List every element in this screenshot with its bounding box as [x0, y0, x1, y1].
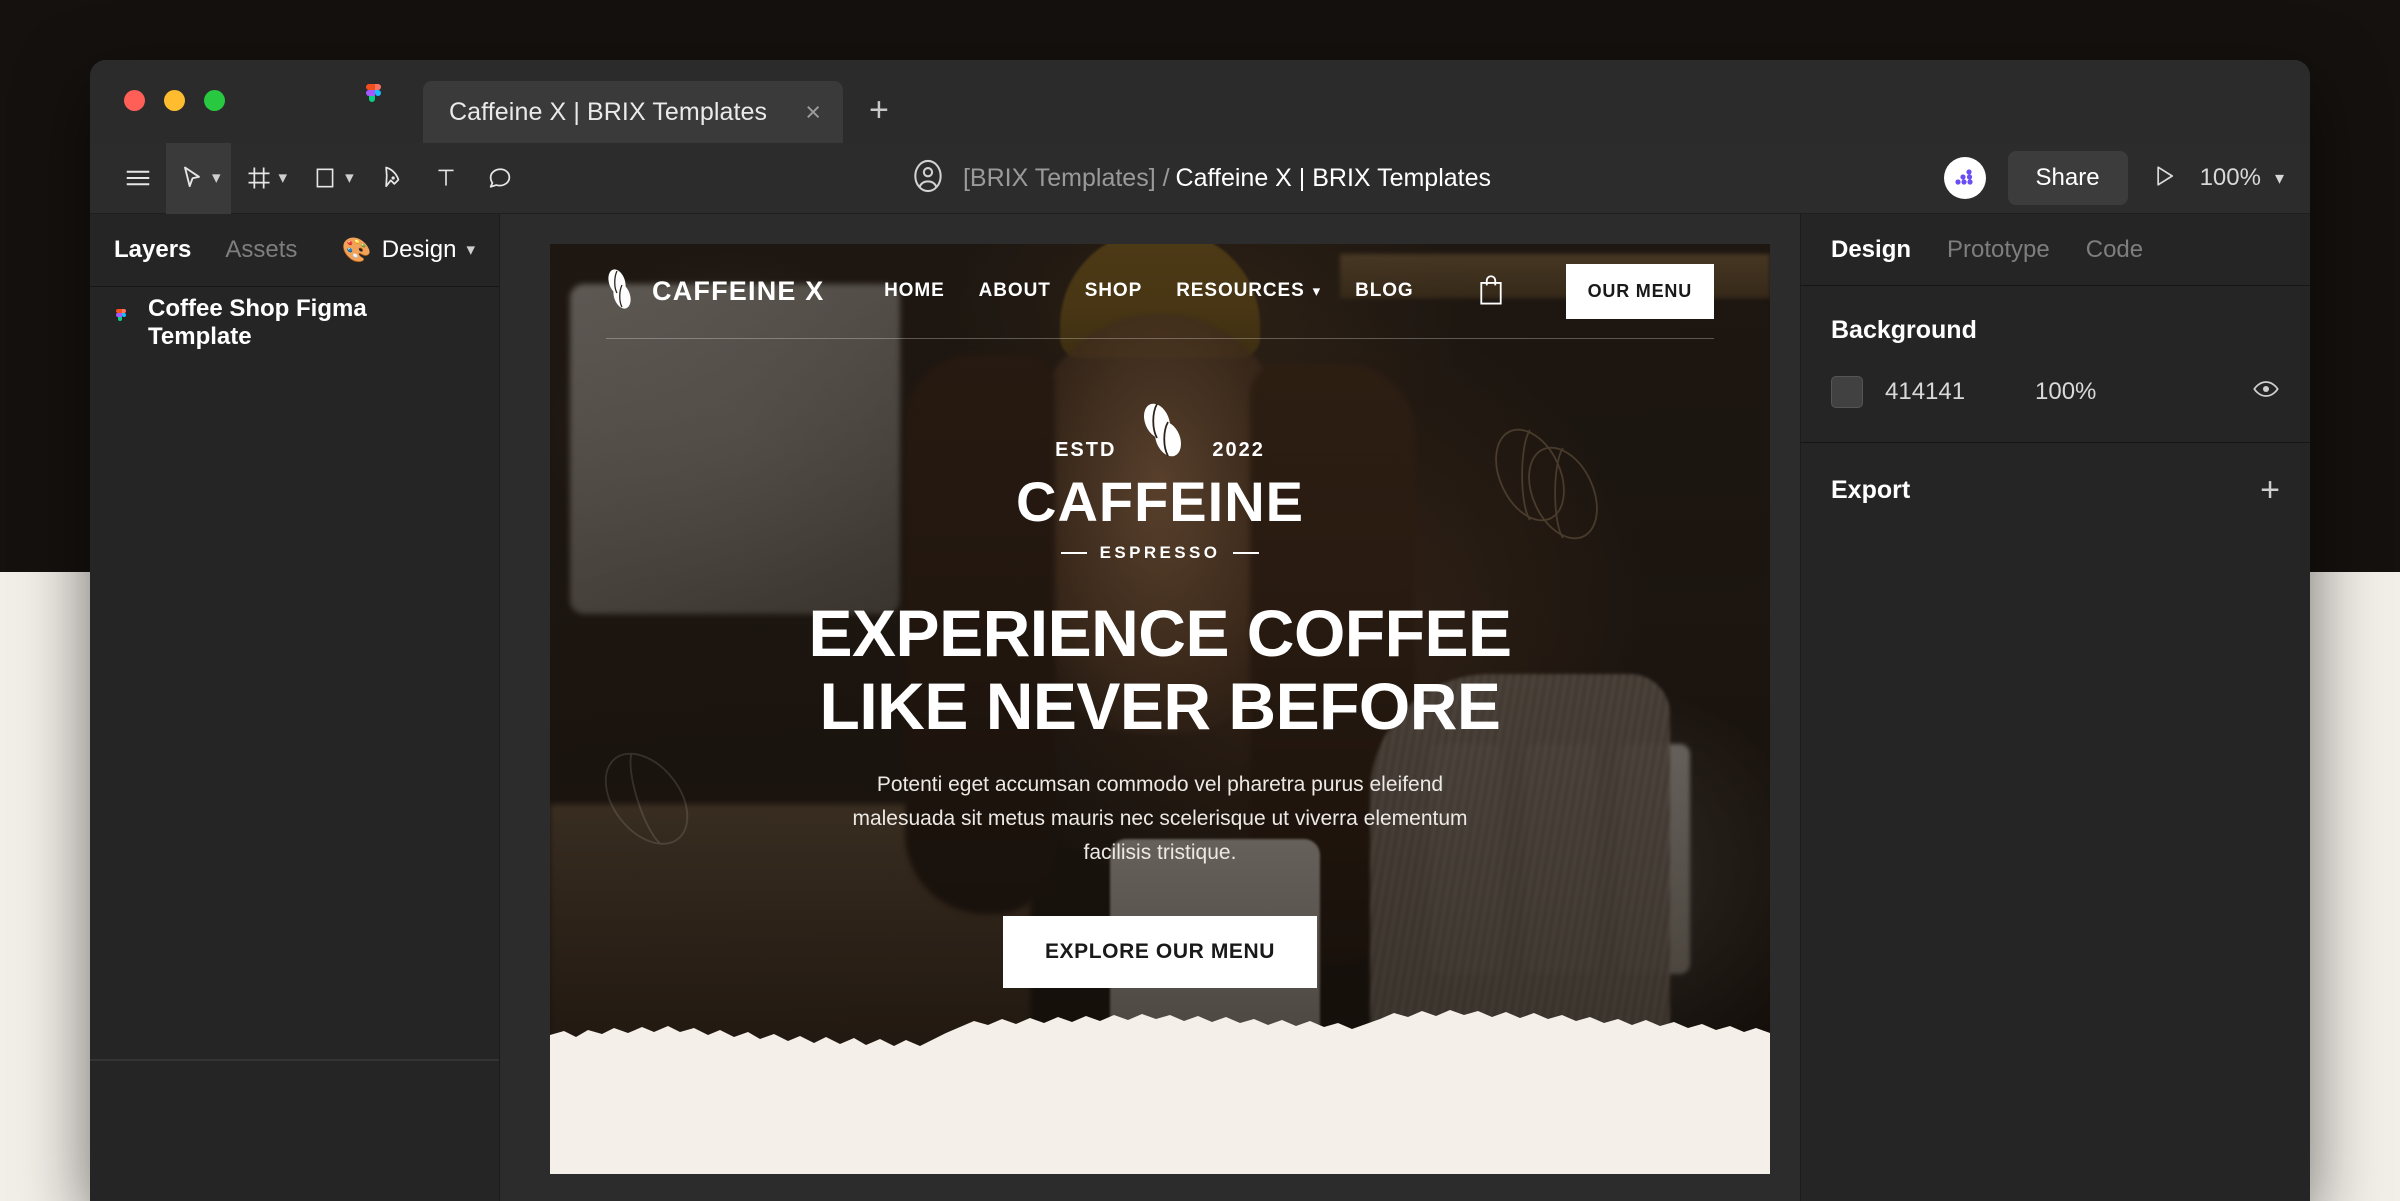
hero-headline: EXPERIENCE COFFEE LIKE NEVER BEFORE [809, 597, 1512, 742]
close-window-button[interactable] [124, 90, 145, 111]
zoom-chevron-down-icon[interactable]: ▾ [2275, 168, 2284, 189]
tab-layers[interactable]: Layers [114, 236, 191, 264]
editor-body: Layers Assets 🎨 Design ▾ Coffee Shop Fig… [90, 214, 2310, 1201]
hero-section: CAFFEINE X HOME ABOUT SHOP RESOURCES ▾ B… [550, 244, 1770, 1067]
left-panel-section-divider [90, 1059, 499, 1061]
list-item[interactable]: Coffee Shop Figma Template [90, 287, 499, 359]
website-frame[interactable]: CAFFEINE X HOME ABOUT SHOP RESOURCES ▾ B… [550, 244, 1770, 1174]
hero-brand-badge: ESTD 2022 CAFFEINE ESPRESSO [1016, 399, 1304, 563]
shape-tool-button[interactable]: ▾ [299, 143, 364, 214]
comment-tool-button[interactable] [474, 143, 526, 214]
site-content-section [550, 1067, 1770, 1174]
text-tool-button[interactable] [420, 143, 472, 214]
hero-badge-subtitle: ESPRESSO [1099, 543, 1221, 562]
main-toolbar: ▾ ▾ ▾ [BRIX Templates] / Caffeine X | BR… [90, 142, 2310, 214]
window-titlebar: Caffeine X | BRIX Templates × + [90, 60, 2310, 143]
rectangle-icon [301, 154, 349, 202]
share-button[interactable]: Share [2007, 151, 2128, 205]
eye-icon[interactable] [2252, 375, 2280, 408]
tab-prototype[interactable]: Prototype [1947, 236, 2050, 264]
pen-tool-button[interactable] [366, 143, 418, 214]
background-section: Background 414141 100% [1801, 286, 2310, 443]
palette-icon: 🎨 [341, 236, 372, 264]
user-circle-icon[interactable] [909, 157, 947, 200]
move-tool-button[interactable]: ▾ [166, 142, 231, 214]
text-icon [422, 154, 470, 202]
add-export-button[interactable]: + [2260, 473, 2280, 507]
hero-badge-year: 2022 [1212, 439, 1265, 461]
tab-title: Caffeine X | BRIX Templates [449, 97, 768, 126]
background-color-swatch[interactable] [1831, 375, 1863, 408]
figma-app-window: Caffeine X | BRIX Templates × + ▾ ▾ ▾ [B… [90, 60, 2310, 1201]
right-panel-tabs: Design Prototype Code [1801, 214, 2310, 286]
hero-badge-top-row: ESTD 2022 [1055, 399, 1265, 468]
hero-badge-word: CAFFEINE [1016, 470, 1304, 533]
toolbar-left-tools: ▾ ▾ ▾ [90, 142, 526, 214]
hero-explore-menu-button[interactable]: EXPLORE OUR MENU [1002, 916, 1318, 989]
hero-badge-subtitle-row: ESPRESSO [1060, 543, 1260, 563]
window-controls [124, 90, 225, 111]
frame-tool-chevron-down-icon[interactable]: ▾ [279, 168, 288, 188]
left-panel: Layers Assets 🎨 Design ▾ Coffee Shop Fig… [90, 214, 500, 1201]
hero-headline-line2: LIKE NEVER BEFORE [819, 668, 1501, 743]
frame-tool-button[interactable]: ▾ [233, 143, 298, 214]
breadcrumb-project[interactable]: [BRIX Templates] / [963, 164, 1170, 193]
figma-logo-icon [363, 84, 387, 120]
badge-rule-left [1060, 552, 1087, 554]
background-opacity-value[interactable]: 100% [2035, 378, 2096, 406]
browser-tab[interactable]: Caffeine X | BRIX Templates × [423, 81, 843, 143]
design-mode-dropdown[interactable]: 🎨 Design ▾ [342, 236, 475, 265]
background-hex-value[interactable]: 414141 [1885, 378, 2035, 406]
pen-icon [368, 154, 416, 202]
design-canvas[interactable]: CAFFEINE X HOME ABOUT SHOP RESOURCES ▾ B… [500, 214, 1800, 1201]
play-icon[interactable] [2150, 162, 2178, 195]
left-panel-tabs: Layers Assets 🎨 Design ▾ [90, 214, 499, 286]
design-mode-chevron-down-icon: ▾ [466, 240, 475, 259]
tab-assets[interactable]: Assets [225, 236, 297, 264]
cursor-icon [168, 154, 216, 202]
new-tab-button[interactable]: + [843, 93, 915, 143]
hero-headline-line1: EXPERIENCE COFFEE [808, 596, 1512, 670]
figma-file-icon [114, 308, 130, 338]
list-item-label: Coffee Shop Figma Template [148, 295, 367, 350]
design-mode-label: Design [381, 236, 457, 263]
tab-strip: Caffeine X | BRIX Templates × + [423, 81, 915, 143]
tab-design[interactable]: Design [1831, 236, 1911, 264]
hero-subcopy: Potenti eget accumsan commodo vel pharet… [852, 773, 1468, 865]
comment-icon [476, 154, 524, 202]
shape-tool-chevron-down-icon[interactable]: ▾ [345, 168, 354, 188]
close-tab-icon[interactable]: × [805, 98, 821, 126]
minimize-window-button[interactable] [164, 90, 185, 111]
export-section: Export + [1801, 443, 2310, 537]
background-fill-row: 414141 100% [1831, 375, 2280, 408]
torn-paper-divider [550, 1010, 1770, 1067]
tab-code[interactable]: Code [2086, 236, 2143, 264]
frame-icon [235, 154, 283, 202]
hero-badge-estd: ESTD [1055, 439, 1117, 461]
right-panel: Design Prototype Code Background 414141 … [1800, 214, 2310, 1201]
hamburger-icon [114, 154, 162, 202]
badge-rule-right [1233, 552, 1260, 554]
main-menu-button[interactable] [112, 143, 164, 214]
breadcrumb-file[interactable]: Caffeine X | BRIX Templates [1176, 164, 1491, 193]
zoom-level[interactable]: 100% [2200, 164, 2261, 192]
toolbar-right-actions: Share 100% ▾ [1943, 151, 2284, 205]
export-section-title: Export [1831, 475, 1911, 504]
move-tool-chevron-down-icon[interactable]: ▾ [212, 168, 221, 188]
background-section-title: Background [1831, 316, 1977, 344]
collaborator-avatar[interactable] [1943, 157, 1986, 199]
hero-content: ESTD 2022 CAFFEINE ESPRESSO EXPERIENCE C… [550, 244, 1770, 1067]
breadcrumb: [BRIX Templates] / Caffeine X | BRIX Tem… [909, 157, 1491, 200]
maximize-window-button[interactable] [204, 90, 225, 111]
coffee-beans-icon [1132, 399, 1196, 468]
